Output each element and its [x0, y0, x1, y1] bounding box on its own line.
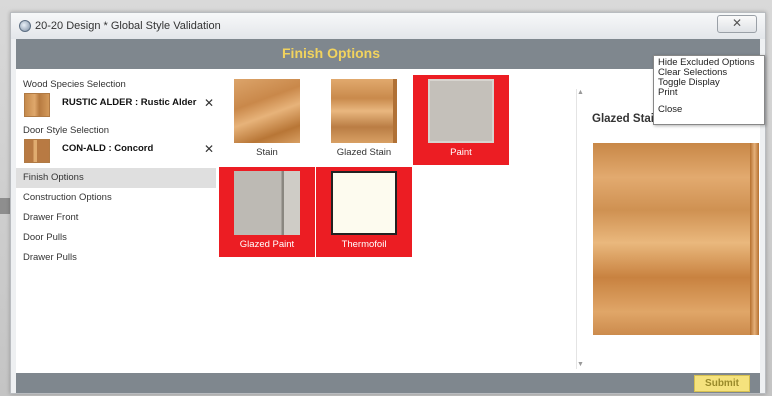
- wood-swatch-icon: [24, 93, 50, 117]
- glazed-stain-swatch: [331, 79, 397, 143]
- left-panel: Wood Species Selection RUSTIC ALDER : Ru…: [16, 69, 216, 373]
- door-style-value: CON-ALD : Concord: [62, 143, 154, 154]
- menu-close[interactable]: Close: [658, 105, 760, 115]
- wood-species-value: RUSTIC ALDER : Rustic Alder: [62, 97, 197, 108]
- thermofoil-swatch: [331, 171, 397, 235]
- option-glazed-paint[interactable]: Glazed Paint: [219, 167, 315, 257]
- remove-door-style-icon[interactable]: ✕: [204, 142, 214, 156]
- finish-options-dialog: 20-20 Design * Global Style Validation ✕…: [10, 12, 766, 394]
- wood-species-label: Wood Species Selection: [23, 79, 126, 90]
- header-bar: Finish Options: [16, 39, 760, 69]
- option-label: Glazed Stain: [336, 147, 392, 158]
- title-bar[interactable]: 20-20 Design * Global Style Validation ✕: [11, 13, 765, 39]
- preview-title: Glazed Stain: [592, 113, 662, 125]
- option-label: Paint: [450, 147, 472, 158]
- paint-swatch: [428, 79, 494, 143]
- option-label: Stain: [256, 147, 278, 158]
- remove-wood-species-icon[interactable]: ✕: [204, 96, 214, 110]
- nav-door-pulls[interactable]: Door Pulls: [16, 228, 216, 248]
- close-icon: ✕: [731, 16, 743, 30]
- page-title: Finish Options: [282, 45, 380, 61]
- option-stain[interactable]: Stain: [219, 75, 315, 165]
- close-window-button[interactable]: ✕: [717, 15, 757, 33]
- nav-drawer-front[interactable]: Drawer Front: [16, 208, 216, 228]
- preview-image-edge: [750, 143, 759, 335]
- stain-swatch: [234, 79, 300, 143]
- preview-image: [593, 143, 759, 335]
- option-thermofoil[interactable]: Thermofoil: [316, 167, 412, 257]
- glazed-paint-swatch: [234, 171, 300, 235]
- scroll-up-icon[interactable]: ▲: [577, 89, 584, 96]
- window-title: 20-20 Design * Global Style Validation: [35, 20, 221, 32]
- dialog-content: Finish Options Wood Species Selection RU…: [16, 39, 760, 393]
- footer-bar: Submit: [16, 373, 760, 393]
- door-swatch-icon: [24, 139, 50, 163]
- nav-drawer-pulls[interactable]: Drawer Pulls: [16, 248, 216, 268]
- app-icon: [19, 20, 31, 32]
- option-label: Thermofoil: [341, 239, 387, 250]
- menu-print[interactable]: Print: [658, 88, 760, 98]
- preview-scrollbar[interactable]: ▲ ▼: [576, 89, 584, 369]
- option-label: Glazed Paint: [239, 239, 295, 250]
- submit-button[interactable]: Submit: [694, 375, 750, 392]
- option-paint[interactable]: Paint: [413, 75, 509, 165]
- door-style-label: Door Style Selection: [23, 125, 110, 136]
- scroll-down-icon[interactable]: ▼: [577, 361, 584, 368]
- nav-construction-options[interactable]: Construction Options: [16, 188, 216, 208]
- nav-finish-options[interactable]: Finish Options: [16, 168, 216, 188]
- option-glazed-stain[interactable]: Glazed Stain: [316, 75, 412, 165]
- context-menu: Hide Excluded Options Clear Selections T…: [653, 55, 765, 125]
